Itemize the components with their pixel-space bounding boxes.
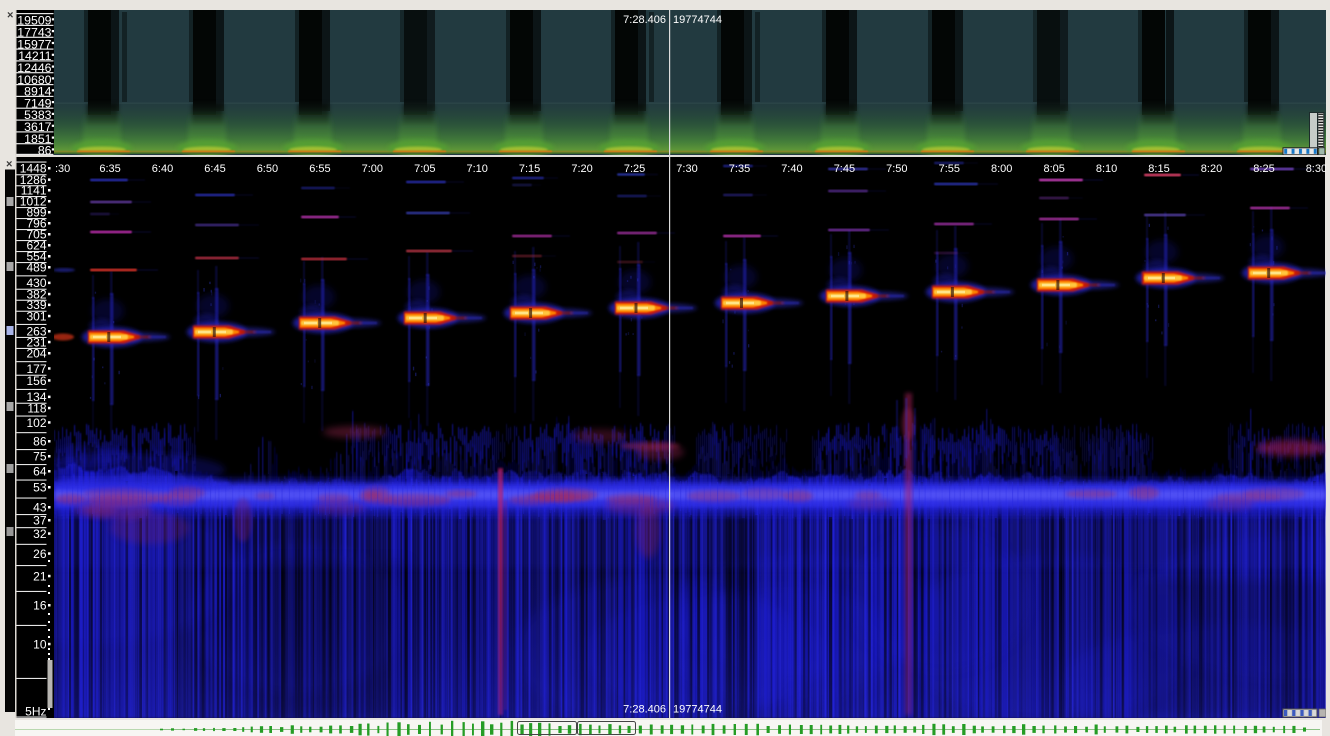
svg-text:7:50: 7:50 <box>886 163 907 175</box>
svg-text:156: 156 <box>26 374 46 388</box>
svg-text:6:40: 6:40 <box>152 163 173 175</box>
svg-text:26: 26 <box>33 547 47 561</box>
svg-text:37: 37 <box>33 514 47 528</box>
svg-text:7:45: 7:45 <box>834 163 855 175</box>
svg-text:6:55: 6:55 <box>309 163 330 175</box>
svg-text:8:00: 8:00 <box>991 163 1012 175</box>
svg-text:7:55: 7:55 <box>939 163 960 175</box>
svg-text:8:20: 8:20 <box>1201 163 1222 175</box>
svg-text:7:35: 7:35 <box>729 163 750 175</box>
svg-text:7:25: 7:25 <box>624 163 645 175</box>
svg-text:7:40: 7:40 <box>781 163 802 175</box>
svg-text:7:28.406: 7:28.406 <box>623 14 666 26</box>
svg-text:8:30: 8:30 <box>1306 163 1327 175</box>
svg-text:8:25: 8:25 <box>1253 163 1274 175</box>
svg-text:86: 86 <box>33 435 47 449</box>
svg-text:21: 21 <box>33 569 47 583</box>
svg-text:6:50: 6:50 <box>257 163 278 175</box>
svg-text:7:15: 7:15 <box>519 163 540 175</box>
svg-text:32: 32 <box>33 527 47 541</box>
svg-text::30: :30 <box>55 163 70 175</box>
svg-text:7:00: 7:00 <box>362 163 383 175</box>
svg-text:7:10: 7:10 <box>466 163 487 175</box>
svg-text:75: 75 <box>33 450 47 464</box>
svg-text:6:45: 6:45 <box>204 163 225 175</box>
svg-text:7:20: 7:20 <box>571 163 592 175</box>
svg-text:16: 16 <box>33 599 47 613</box>
svg-text:6:35: 6:35 <box>99 163 120 175</box>
svg-text:7:28.406: 7:28.406 <box>623 704 666 716</box>
svg-text:19774744: 19774744 <box>673 14 722 26</box>
svg-text:19774744: 19774744 <box>673 704 722 716</box>
svg-text:8:15: 8:15 <box>1148 163 1169 175</box>
svg-text:×: × <box>6 159 12 171</box>
svg-text:53: 53 <box>33 481 47 495</box>
svg-text:×: × <box>7 10 13 22</box>
svg-text:8:05: 8:05 <box>1043 163 1064 175</box>
svg-text:8:10: 8:10 <box>1096 163 1117 175</box>
svg-text:7:30: 7:30 <box>676 163 697 175</box>
svg-text:10: 10 <box>33 637 47 651</box>
svg-text:43: 43 <box>33 501 47 515</box>
svg-text:7:05: 7:05 <box>414 163 435 175</box>
svg-text:102: 102 <box>26 416 46 430</box>
svg-text:64: 64 <box>33 465 47 479</box>
